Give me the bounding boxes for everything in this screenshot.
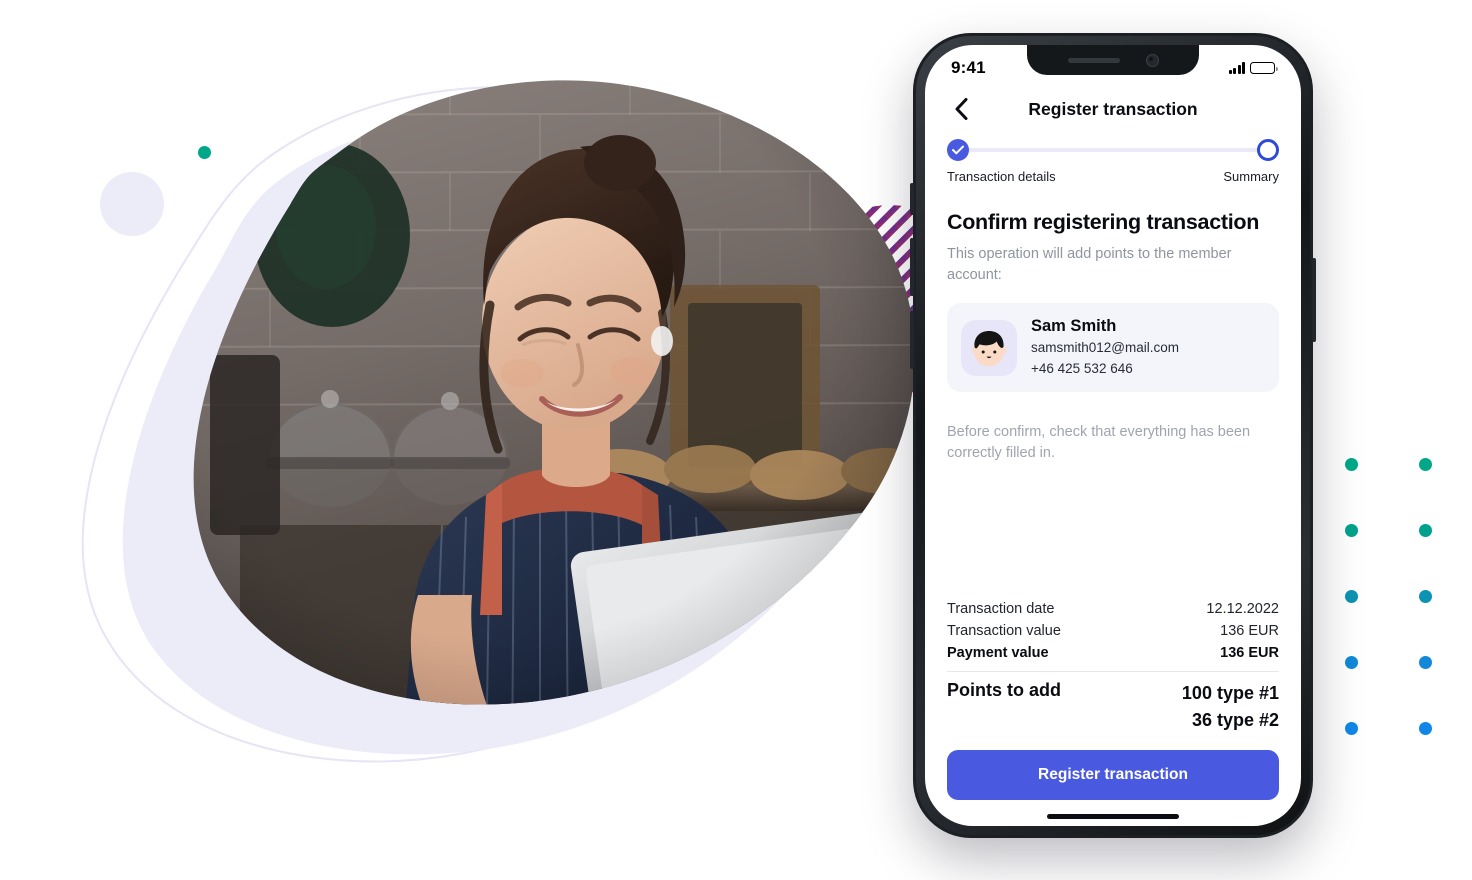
transaction-summary: Transaction date 12.12.2022 Transaction … — [947, 598, 1279, 734]
step-node-summary[interactable] — [1257, 139, 1279, 161]
check-icon — [952, 145, 964, 155]
phone-volume-down-button[interactable] — [910, 311, 914, 369]
grid-dot — [1345, 722, 1358, 735]
summary-divider — [947, 671, 1279, 672]
status-time: 9:41 — [951, 58, 986, 77]
phone-power-button[interactable] — [1312, 258, 1316, 342]
cellular-signal-icon — [1228, 62, 1245, 74]
phone-mockup: 9:41 Register transaction Transaction de… — [910, 33, 1316, 838]
grid-dot — [1345, 524, 1358, 537]
summary-label: Transaction date — [947, 601, 1055, 617]
app-content: Register transaction Transaction details… — [925, 85, 1301, 826]
stepper-track — [947, 139, 1279, 161]
summary-value: 136 EUR — [1220, 645, 1279, 661]
phone-notch — [1027, 45, 1199, 75]
points-row: Points to add 100 type #1 36 type #2 — [947, 676, 1279, 734]
stepper-line — [958, 148, 1268, 152]
front-camera-icon — [1145, 53, 1159, 67]
summary-value: 12.12.2022 — [1206, 601, 1279, 617]
grid-dot — [1419, 458, 1432, 471]
back-button[interactable] — [947, 95, 975, 123]
phone-mute-switch[interactable] — [910, 183, 914, 215]
summary-row: Payment value 136 EUR — [947, 642, 1279, 664]
member-card[interactable]: Sam Smith samsmith012@mail.com +46 425 5… — [947, 303, 1279, 393]
points-values: 100 type #1 36 type #2 — [1182, 680, 1279, 734]
page-title: Register transaction — [1028, 98, 1198, 119]
decorative-dot-grid — [1345, 458, 1441, 738]
summary-value: 136 EUR — [1220, 623, 1279, 639]
member-phone: +46 425 532 646 — [1031, 360, 1133, 376]
points-value-type-2: 36 type #2 — [1191, 710, 1279, 730]
grid-dot — [1419, 722, 1432, 735]
hero-photo — [193, 80, 916, 705]
chevron-left-icon — [955, 98, 967, 120]
user-avatar-icon — [961, 319, 1017, 376]
stepper-label-summary: Summary — [1223, 169, 1279, 184]
earpiece-speaker-icon — [1067, 57, 1120, 63]
phone-screen: 9:41 Register transaction Transaction de… — [925, 45, 1301, 826]
hero-composition: 9:41 Register transaction Transaction de… — [0, 0, 1472, 880]
summary-label: Transaction value — [947, 623, 1061, 639]
status-indicators — [1228, 56, 1278, 74]
confirmation-hint: Before confirm, check that everything ha… — [947, 424, 1251, 461]
step-node-transaction-details[interactable] — [947, 139, 969, 161]
grid-dot — [1419, 656, 1432, 669]
summary-row: Transaction value 136 EUR — [947, 620, 1279, 642]
summary-label: Payment value — [947, 645, 1049, 661]
grid-dot — [1419, 590, 1432, 603]
member-name: Sam Smith — [1031, 317, 1117, 336]
grid-dot — [1345, 458, 1358, 471]
section-heading: Confirm registering transaction — [947, 210, 1260, 234]
grid-dot — [1419, 524, 1432, 537]
summary-row: Transaction date 12.12.2022 — [947, 598, 1279, 620]
grid-dot — [1345, 590, 1358, 603]
progress-stepper: Transaction details Summary — [947, 133, 1279, 184]
grid-dot — [1345, 656, 1358, 669]
points-value-type-1: 100 type #1 — [1181, 683, 1279, 703]
member-info: Sam Smith samsmith012@mail.com +46 425 5… — [1031, 317, 1179, 378]
stepper-label-transaction-details: Transaction details — [947, 169, 1056, 184]
register-transaction-button[interactable]: Register transaction — [947, 750, 1279, 800]
phone-volume-up-button[interactable] — [910, 238, 914, 296]
home-indicator[interactable] — [1047, 814, 1179, 819]
navigation-bar: Register transaction — [947, 85, 1279, 133]
section-subheading: This operation will add points to the me… — [947, 246, 1232, 283]
member-email: samsmith012@mail.com — [1031, 339, 1179, 355]
stepper-labels: Transaction details Summary — [947, 169, 1279, 184]
battery-full-icon — [1250, 62, 1278, 74]
points-label: Points to add — [947, 680, 1061, 700]
